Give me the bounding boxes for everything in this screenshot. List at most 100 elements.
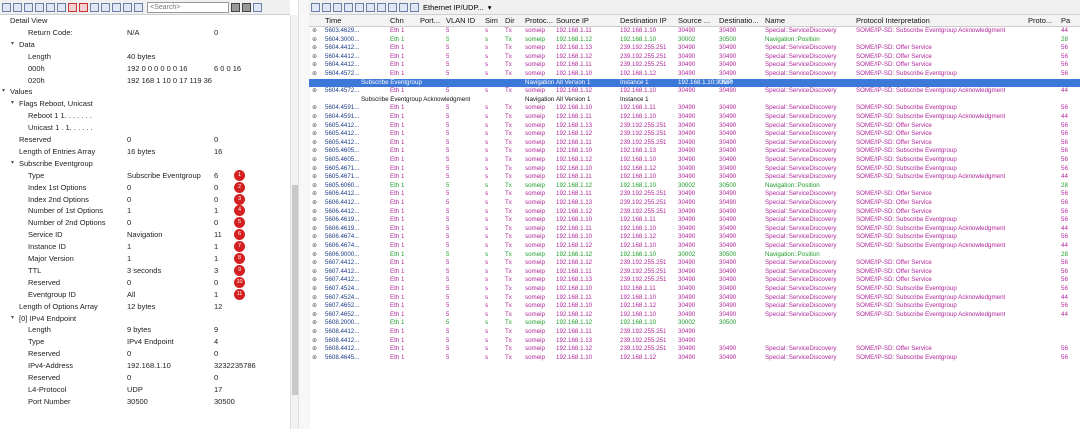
expand-row-icon[interactable]: ⊕ (312, 294, 317, 303)
forward-icon[interactable] (322, 2, 331, 12)
tree-row[interactable]: Eventgroup ID All 1 11 (0, 288, 290, 300)
packet-row[interactable]: ⊕ 5605.4605... Eth 1 5 s Tx someip 192.168.1.10… (309, 147, 1080, 156)
column-header-time[interactable]: Time (325, 15, 341, 26)
packet-row[interactable]: ⊕ 5604.4412... Eth 1 5 s Tx someip 192.168.1.13… (309, 44, 1080, 53)
expand-row-icon[interactable]: ⊕ (312, 44, 317, 53)
packet-row[interactable]: ⊕ 5603.4629... Eth 1 5 s Tx someip 192.168.1.11… (309, 27, 1080, 36)
tree-row[interactable]: Reserved 0 0 10 (0, 276, 290, 288)
protocol-icon[interactable] (410, 2, 419, 12)
expand-row-icon[interactable]: ⊕ (312, 328, 317, 337)
packet-row[interactable]: ⊕ 5607.4412... Eth 1 5 s Tx someip 192.168.1.13… (309, 276, 1080, 285)
expand-toggle-icon[interactable]: ▾ (11, 39, 14, 50)
tree-row[interactable]: Length 9 bytes 9 (0, 324, 290, 335)
packet-row[interactable]: ⊕ 5604.4591... Eth 1 5 s Tx someip 192.168.1.11… (309, 113, 1080, 122)
expand-row-icon[interactable]: ⊕ (312, 302, 317, 311)
expand-row-icon[interactable]: ⊕ (312, 251, 317, 260)
packet-row[interactable]: ⊕ 5605.4412... Eth 1 5 s Tx someip 192.168.1.12… (309, 130, 1080, 139)
tree-row[interactable]: Type Subscribe Eventgroup 6 1 (0, 169, 290, 181)
find-prev-icon[interactable] (242, 2, 251, 12)
packet-row[interactable]: ⊕ 5604.4591... Eth 1 5 s Tx someip 192.168.1.10… (309, 104, 1080, 113)
column-header-src[interactable]: Source IP (556, 15, 589, 26)
expand-row-icon[interactable]: ⊕ (312, 36, 317, 45)
packet-row[interactable]: ⊕ 5607.4652... Eth 1 5 s Tx someip 192.168.1.10… (309, 302, 1080, 311)
expand-row-icon[interactable]: ⊕ (312, 139, 317, 148)
close-icon[interactable] (68, 2, 77, 12)
tree-row[interactable]: Length 40 bytes (0, 51, 290, 62)
search-input[interactable]: <Search> (147, 1, 229, 13)
tree-row[interactable]: ▾ Values (0, 86, 290, 97)
tree-row[interactable]: Length of Entries Array 16 bytes 16 (0, 146, 290, 157)
expand-row-icon[interactable]: ⊕ (312, 190, 317, 199)
packet-row[interactable]: ⊕ 5607.4524... Eth 1 5 s Tx someip 192.168.1.10… (309, 285, 1080, 294)
expand-row-icon[interactable]: ⊕ (312, 233, 317, 242)
expand-row-icon[interactable]: ⊕ (312, 259, 317, 268)
tree-row[interactable]: Index 1st Options 0 0 2 (0, 181, 290, 193)
packet-row[interactable]: ⊕ 5604.4572... Eth 1 5 s Tx someip 192.168.1.12… (309, 87, 1080, 96)
stop-icon[interactable] (79, 2, 88, 12)
packet-row[interactable]: ⊕ 5606.4619... Eth 1 5 s Tx someip 192.168.1.11… (309, 225, 1080, 234)
tree-row[interactable]: ▾ Data (0, 39, 290, 50)
table-icon[interactable] (24, 2, 33, 12)
packet-row[interactable]: ⊕ 5606.4412... Eth 1 5 s Tx someip 192.168.1.11… (309, 190, 1080, 199)
tree-row[interactable]: Unicast 1 . 1. . . . . . (0, 122, 290, 133)
column-header-interp[interactable]: Protocol Interpretation (856, 15, 930, 26)
layout-icon[interactable] (366, 2, 375, 12)
expand-toggle-icon[interactable]: ▾ (2, 86, 5, 97)
list-icon[interactable] (134, 2, 143, 12)
packet-row[interactable]: ⊕ 5605.6060... Eth 1 5 s Tx someip 192.168.1.12… (309, 182, 1080, 191)
packet-row[interactable]: ⊕ 5605.4605... Eth 1 5 s Tx someip 192.168.1.12… (309, 156, 1080, 165)
grid-icon[interactable] (355, 2, 364, 12)
tree-row[interactable]: Reserved 0 0 (0, 134, 290, 145)
back-icon[interactable] (311, 2, 320, 12)
tree-row[interactable]: IPv4-Address 192.168.1.10 3232235786 (0, 360, 290, 371)
tree-row[interactable]: Detail View (0, 15, 290, 26)
expand-row-icon[interactable]: ⊕ (312, 53, 317, 62)
packet-row[interactable]: ⊕ 5605.4671... Eth 1 5 s Tx someip 192.168.1.11… (309, 173, 1080, 182)
columns-icon[interactable] (123, 2, 132, 12)
tree-row[interactable]: Return Code: N/A 0 (0, 27, 290, 38)
expand-row-icon[interactable]: ⊕ (312, 345, 317, 354)
tree-row[interactable]: ▾ [0] IPv4 Endpoint (0, 313, 290, 324)
packet-row[interactable]: ⊕ 5607.4524... Eth 1 5 s Tx someip 192.168.1.11… (309, 294, 1080, 303)
expand-row-icon[interactable]: ⊕ (312, 70, 317, 79)
column-header-proto[interactable]: Protoc... (525, 15, 553, 26)
tree-row[interactable]: Number of 1st Options 1 1 4 (0, 205, 290, 217)
expand-toggle-icon[interactable]: ▾ (11, 98, 14, 109)
chevron-down-icon[interactable]: ▾ (488, 3, 492, 12)
expand-row-icon[interactable]: ⊕ (312, 354, 317, 363)
column-header-sport[interactable]: Source ... (678, 15, 710, 26)
column-header-name[interactable]: Name (765, 15, 785, 26)
find-next-icon[interactable] (231, 2, 240, 12)
sort-icon[interactable] (112, 2, 121, 12)
packet-row[interactable]: ⊕ 5604.3000... Eth 1 5 s Tx someip 192.168.1.12… (309, 36, 1080, 45)
bookmark-icon[interactable] (344, 2, 353, 12)
expand-row-icon[interactable]: ⊕ (312, 337, 317, 346)
expand-row-icon[interactable]: ⊕ (312, 173, 317, 182)
expand-row-icon[interactable]: ⊕ (312, 225, 317, 234)
tree-row[interactable]: Length of Options Array 12 bytes 12 (0, 301, 290, 312)
packet-row[interactable]: ⊕ 5605.4412... Eth 1 5 s Tx someip 192.168.1.11… (309, 139, 1080, 148)
tree-row[interactable]: Port Number 30500 30500 (0, 396, 290, 407)
tree-row[interactable]: Major Version 1 1 8 (0, 253, 290, 264)
expand-row-icon[interactable]: ⊕ (312, 319, 317, 328)
packet-row[interactable]: ⊕ 5606.4674... Eth 1 5 s Tx someip 192.168.1.10… (309, 233, 1080, 242)
export-icon[interactable] (57, 2, 66, 12)
expand-row-icon[interactable]: ⊕ (312, 165, 317, 174)
column-header-chn[interactable]: Chn (390, 15, 404, 26)
tree-row[interactable]: L4-Protocol UDP 17 (0, 384, 290, 395)
highlight-icon[interactable] (399, 2, 408, 12)
tree-row[interactable]: TTL 3 seconds 3 9 (0, 264, 290, 276)
expand-row-icon[interactable]: ⊕ (312, 27, 317, 36)
packet-detail-row[interactable]: Subscribe Eventgroup Navigation All Versio… (309, 78, 1080, 88)
tree-row[interactable]: Instance ID 1 1 7 (0, 241, 290, 253)
tree-row[interactable]: ▾ Flags Reboot, Unicast (0, 98, 290, 109)
expand-row-icon[interactable]: ⊕ (312, 104, 317, 113)
packet-row[interactable]: ⊕ 5608.4412... Eth 1 5 s Tx someip 192.168.1.11… (309, 328, 1080, 337)
filter-icon[interactable] (46, 2, 55, 12)
wrap-icon[interactable] (388, 2, 397, 12)
font-icon[interactable] (377, 2, 386, 12)
tree-row[interactable]: ▾ Subscribe Eventgroup (0, 158, 290, 169)
tree-row[interactable]: Reserved 0 0 (0, 348, 290, 359)
expand-row-icon[interactable]: ⊕ (312, 113, 317, 122)
column-header-dst[interactable]: Destination IP (620, 15, 667, 26)
